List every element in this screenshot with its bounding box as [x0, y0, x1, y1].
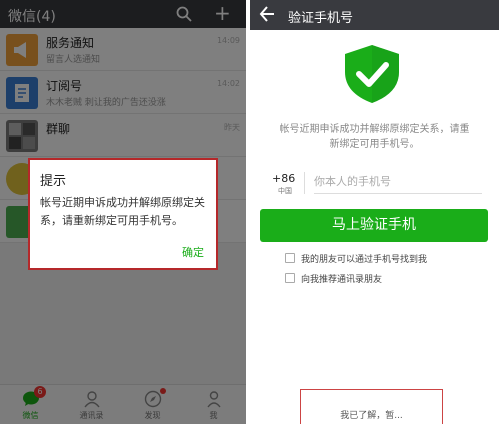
wechat-chat-list-screen: 微信(4) + 服务通知 留言人选通知 14:09	[0, 0, 246, 424]
country-name: 中国	[278, 187, 292, 195]
shield-check-icon	[345, 45, 399, 103]
verify-phone-screen: 验证手机号 帐号近期申诉成功并解绑原绑定关系，请重新绑定可用手机号。 +86 中…	[250, 0, 499, 424]
checkbox-box[interactable]	[285, 273, 295, 283]
dismiss-link-highlight: 我已了解，暂...	[300, 389, 443, 424]
page-title: 验证手机号	[288, 11, 354, 26]
find-me-by-phone-checkbox[interactable]: 我的朋友可以通过手机号找到我	[285, 252, 485, 266]
description-text: 帐号近期申诉成功并解绑原绑定关系，请重新绑定可用手机号。	[250, 122, 499, 152]
top-bar: 验证手机号	[250, 0, 499, 30]
checkbox-box[interactable]	[285, 253, 295, 263]
dialog-message: 帐号近期申诉成功并解绑原绑定关系，请重新绑定可用手机号。	[40, 196, 205, 227]
alert-dialog: 提示 帐号近期申诉成功并解绑原绑定关系，请重新绑定可用手机号。 确定	[28, 158, 218, 270]
description-line: 帐号近期申诉成功并解绑原绑定关系，请重新绑定可用手机号。	[279, 124, 470, 150]
country-code[interactable]: +86	[272, 172, 295, 185]
checkbox-label: 我的朋友可以通过手机号找到我	[301, 255, 428, 265]
confirm-button[interactable]: 确定	[182, 244, 204, 260]
dismiss-link[interactable]: 我已了解，暂...	[301, 408, 442, 421]
dialog-title: 提示	[40, 174, 67, 189]
verify-phone-button[interactable]: 马上验证手机	[260, 209, 488, 242]
back-arrow-icon[interactable]	[259, 5, 275, 23]
checkbox-label: 向我推荐通讯录朋友	[301, 275, 383, 285]
field-separator	[304, 172, 305, 194]
recommend-contacts-checkbox[interactable]: 向我推荐通讯录朋友	[285, 272, 485, 286]
phone-input[interactable]	[314, 170, 482, 194]
